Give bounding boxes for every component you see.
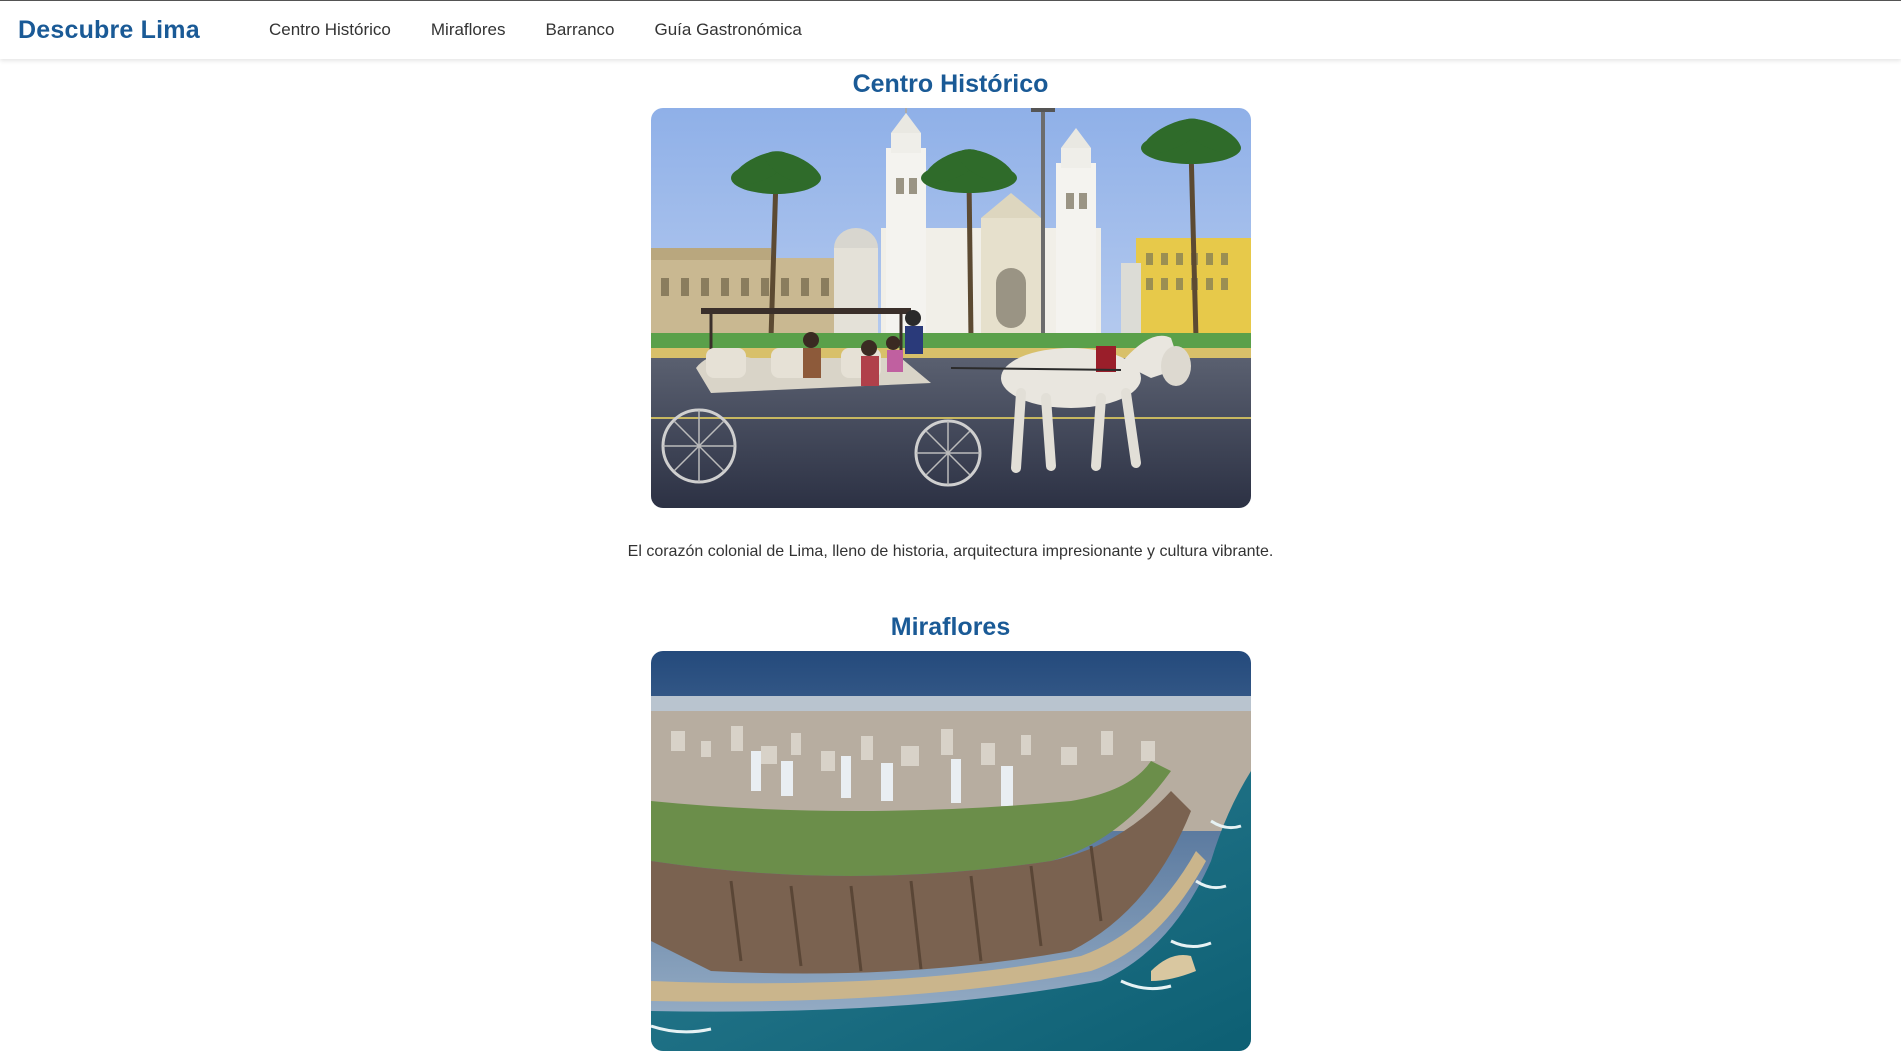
- nav-link-centro-historico[interactable]: Centro Histórico: [269, 20, 391, 40]
- nav-link-miraflores[interactable]: Miraflores: [431, 20, 506, 40]
- section-caption: El corazón colonial de Lima, lleno de hi…: [627, 543, 1274, 560]
- section-centro-historico: Centro Histórico El corazón colonial de …: [0, 59, 1901, 562]
- section-title: Miraflores: [890, 613, 1011, 641]
- section-title: Centro Histórico: [852, 70, 1049, 98]
- nav-link-guia-gastronomica[interactable]: Guía Gastronómica: [654, 20, 801, 40]
- nav-link-barranco[interactable]: Barranco: [546, 20, 615, 40]
- nav-links: Centro Histórico Miraflores Barranco Guí…: [269, 20, 802, 40]
- main-content: Centro Histórico El corazón colonial de …: [0, 59, 1901, 1051]
- navbar: Descubre Lima Centro Histórico Miraflore…: [0, 1, 1901, 59]
- centro-historico-photo: [650, 108, 1251, 508]
- brand-logo-link[interactable]: Descubre Lima: [18, 16, 200, 45]
- miraflores-photo: [650, 651, 1251, 1051]
- section-miraflores: Miraflores: [0, 562, 1901, 1051]
